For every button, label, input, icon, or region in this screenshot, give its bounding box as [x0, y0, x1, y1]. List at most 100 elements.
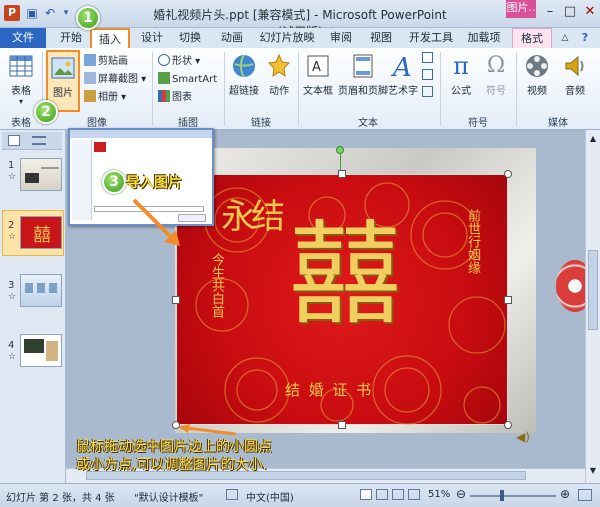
resize-handle-left[interactable] [172, 296, 180, 304]
selected-picture[interactable]: 永结 囍 今生共白首 前世行姻缘 结 婚 证 书 [176, 174, 508, 425]
transition-star-icon: ☆ [8, 232, 17, 242]
slide-thumbnail[interactable] [20, 274, 62, 307]
hyperlink-icon [233, 54, 255, 78]
table-icon [9, 55, 33, 77]
audio-button[interactable]: 音频 [558, 50, 592, 110]
chart-icon [158, 90, 170, 102]
tab-home[interactable]: 开始 [54, 28, 88, 48]
theme-status[interactable]: "默认设计模板" [134, 489, 203, 504]
tab-animations[interactable]: 动画 [214, 28, 250, 48]
group-label-symbols: 符号 [468, 118, 488, 129]
customize-quick-access-icon[interactable]: ▾ [58, 5, 74, 21]
slides-tab-icon[interactable] [8, 135, 20, 146]
save-icon[interactable]: ▣ [24, 5, 40, 21]
tab-developer[interactable]: 开发工具 [406, 28, 456, 48]
slideshow-view-icon[interactable] [408, 489, 420, 500]
smartart-icon [158, 72, 170, 84]
scroll-down-icon[interactable]: ▼ [588, 466, 598, 476]
audio-clip-icon[interactable]: ◀) [516, 430, 530, 444]
slide-sorter-icon[interactable] [376, 489, 388, 500]
resize-handle-right[interactable] [504, 296, 512, 304]
rotation-handle[interactable] [336, 146, 344, 154]
tab-review[interactable]: 审阅 [324, 28, 358, 48]
zoom-slider-track[interactable] [470, 495, 556, 497]
textbox-button[interactable]: A 文本框 [300, 50, 336, 110]
arrow-to-handle [178, 424, 237, 436]
thumb-figure [46, 341, 58, 361]
zoom-level[interactable]: 51% [428, 489, 450, 500]
dialog-file-thumbnail[interactable] [94, 142, 106, 152]
clipart-button[interactable]: 剪贴画 [84, 54, 128, 69]
resize-handle-bottom[interactable] [338, 421, 346, 429]
picture-tools-context-tab: 图片.. [506, 0, 536, 18]
slide-thumbnail[interactable]: 囍 [20, 216, 62, 249]
album-button[interactable]: 相册 ▾ [84, 90, 126, 105]
slides-pane: 1 ☆ 2 ☆ 囍 3 ☆ 4 ☆ [0, 130, 66, 483]
fit-to-window-icon[interactable] [578, 489, 592, 501]
thumb-chalkboard [24, 339, 44, 353]
smartart-button[interactable]: SmartArt [158, 72, 217, 87]
action-button[interactable]: 动作 [264, 50, 294, 110]
close-icon[interactable]: ✕ [578, 2, 600, 22]
tab-file[interactable]: 文件 [0, 28, 46, 48]
thumb-photo [49, 283, 57, 293]
group-label-links: 链接 [251, 118, 271, 129]
zoom-out-icon[interactable]: ⊖ [456, 487, 466, 501]
group-separator [224, 52, 225, 126]
group-label-illustrations: 插图 [178, 118, 198, 129]
symbol-button[interactable]: Ω 符号 [480, 50, 512, 110]
table-button[interactable]: 表格 ▾ [4, 50, 38, 110]
proofing-icon[interactable] [226, 489, 238, 500]
zoom-slider-thumb[interactable] [500, 490, 504, 501]
tab-addins[interactable]: 加载项 [464, 28, 504, 48]
tab-transitions[interactable]: 切换 [174, 28, 206, 48]
hyperlink-button[interactable]: 超链接 [226, 50, 262, 110]
wordart-button[interactable]: A 艺术字 [388, 50, 418, 110]
video-button[interactable]: 视频 [520, 50, 554, 110]
slide-number-icon[interactable] [422, 69, 433, 80]
group-label-media: 媒体 [548, 118, 568, 129]
powerpoint-logo-icon[interactable]: P [4, 5, 20, 21]
equation-button[interactable]: π 公式 [444, 50, 478, 110]
group-separator [440, 52, 441, 126]
language-status[interactable]: 中文(中国) [246, 489, 294, 504]
minimize-ribbon-icon[interactable]: △ [558, 28, 572, 48]
tab-view[interactable]: 视图 [364, 28, 398, 48]
screenshot-button[interactable]: 屏幕截图 ▾ [84, 72, 146, 87]
resize-handle-top-right[interactable] [504, 170, 512, 178]
omega-icon: Ω [486, 53, 506, 78]
chart-button[interactable]: 图表 [158, 90, 192, 105]
ribbon: 表格 ▾ 表格 图片 剪贴画 屏幕截图 ▾ 相册 ▾ 图像 形状 ▾ SmartA… [0, 48, 600, 130]
outline-tab-icon[interactable] [32, 136, 46, 145]
vertical-scrollbar[interactable]: ▲ ▼ [585, 130, 600, 483]
group-separator [516, 52, 517, 126]
resize-handle-bottom-right[interactable] [504, 421, 512, 429]
resize-handle-top[interactable] [338, 170, 346, 178]
slide-count-status: 幻灯片 第 2 张，共 4 张 [6, 493, 115, 504]
zoom-in-icon[interactable]: ⊕ [560, 487, 570, 501]
transition-star-icon: ☆ [8, 292, 17, 302]
scroll-thumb[interactable] [588, 250, 598, 330]
smartart-label: SmartArt [172, 74, 218, 85]
clipart-icon [84, 54, 96, 66]
tab-design[interactable]: 设计 [136, 28, 168, 48]
tab-insert[interactable]: 插入 [90, 28, 130, 49]
header-footer-icon [353, 54, 373, 78]
pane-tabs [2, 132, 62, 150]
help-icon[interactable]: ? [576, 28, 594, 48]
header-footer-button[interactable]: 页眉和页脚 [338, 50, 388, 110]
date-time-icon[interactable] [422, 52, 433, 63]
left-couplet: 今生共白首 [209, 253, 224, 318]
import-picture-callout: 导入图片 [126, 175, 182, 191]
slide-thumbnail[interactable] [20, 334, 62, 367]
object-icon[interactable] [422, 86, 433, 97]
tab-slideshow[interactable]: 幻灯片放映 [258, 28, 316, 48]
undo-icon[interactable]: ↶ [42, 5, 58, 21]
shapes-button[interactable]: 形状 ▾ [158, 54, 200, 69]
slide-thumbnail[interactable] [20, 158, 62, 191]
screenshot-icon [84, 72, 96, 84]
reading-view-icon[interactable] [392, 489, 404, 500]
tab-format[interactable]: 格式 [512, 28, 552, 48]
scroll-up-icon[interactable]: ▲ [588, 134, 598, 144]
normal-view-icon[interactable] [360, 489, 372, 500]
